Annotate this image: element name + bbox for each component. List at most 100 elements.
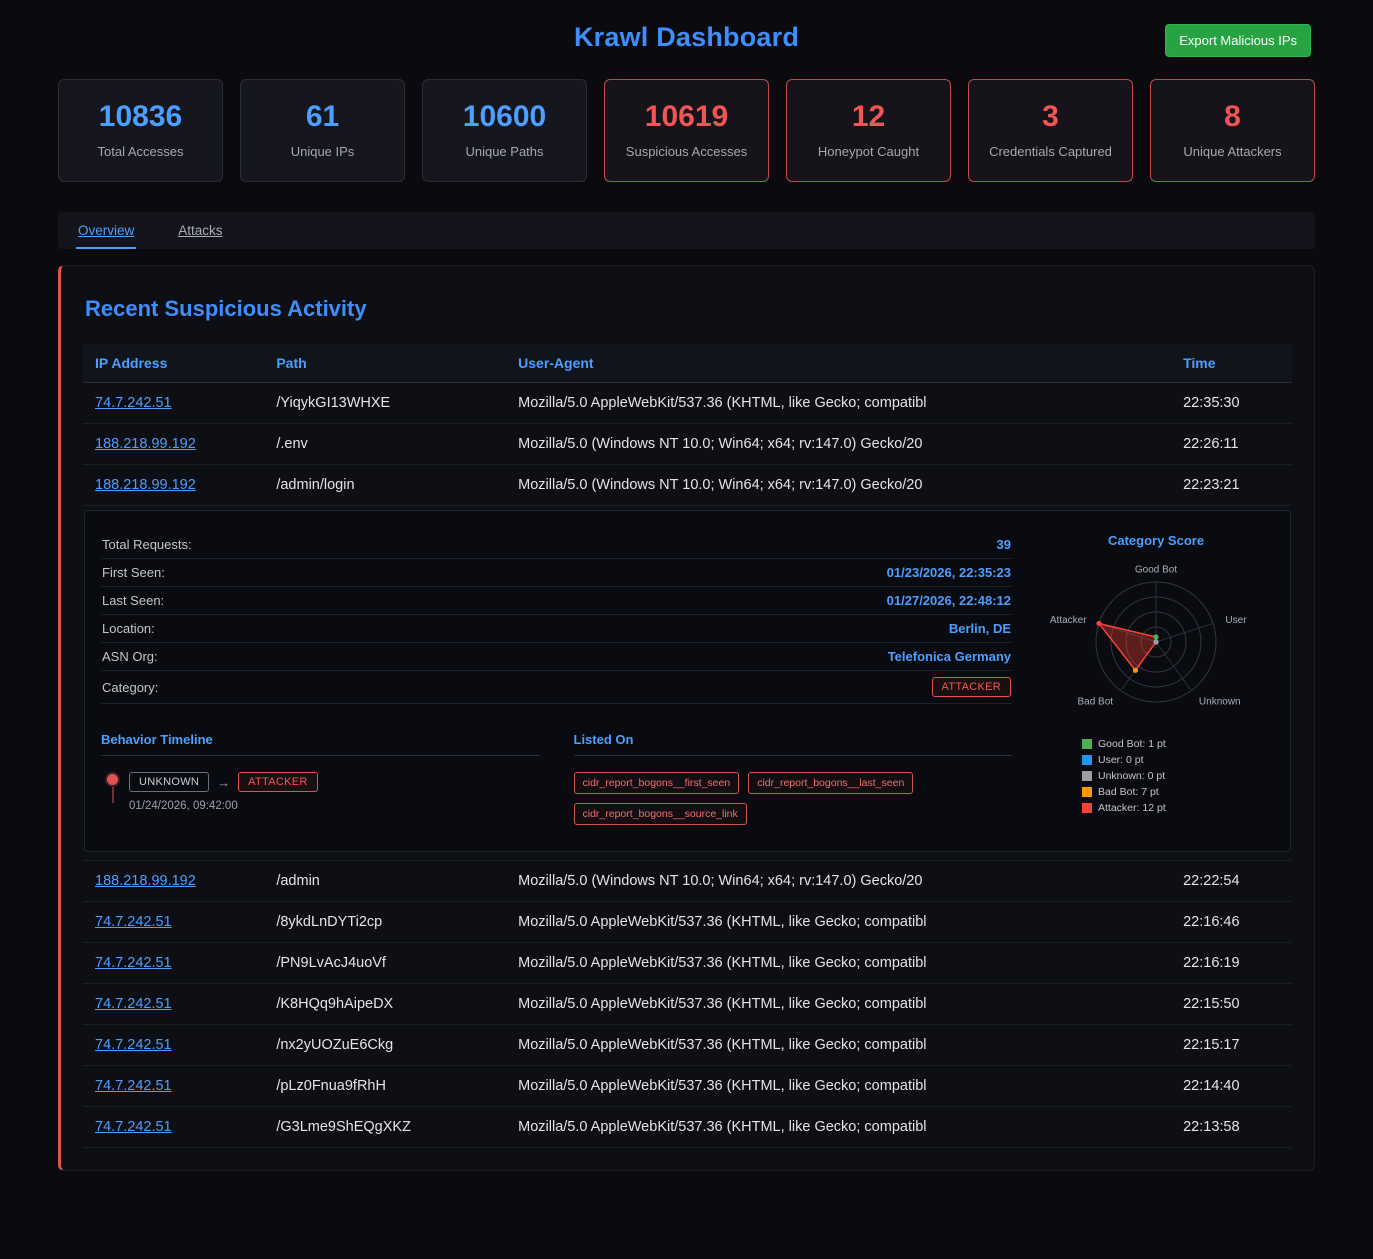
detail-field-label: ASN Org: <box>102 649 158 664</box>
ip-address-link[interactable]: 188.218.99.192 <box>95 873 196 889</box>
ip-address-link[interactable]: 74.7.242.51 <box>95 914 172 930</box>
time-cell: 22:14:40 <box>1171 1066 1292 1107</box>
legend-item: Bad Bot: 7 pt <box>1082 786 1274 798</box>
detail-field-label: First Seen: <box>102 565 165 580</box>
ip-address-link[interactable]: 74.7.242.51 <box>95 955 172 971</box>
detail-field-row: First Seen: 01/23/2026, 22:35:23 <box>101 559 1012 587</box>
time-cell: 22:23:21 <box>1171 465 1292 506</box>
ip-address-link[interactable]: 188.218.99.192 <box>95 477 196 493</box>
stat-label: Unique Paths <box>431 144 578 159</box>
user-agent-cell: Mozilla/5.0 AppleWebKit/537.36 (KHTML, l… <box>506 383 1171 424</box>
blocklist-badge[interactable]: cidr_report_bogons__source_link <box>574 803 747 825</box>
path-cell: /pLz0Fnua9fRhH <box>264 1066 506 1107</box>
ip-address-link[interactable]: 74.7.242.51 <box>95 1078 172 1094</box>
listed-on-section: Listed On cidr_report_bogons__first_seen… <box>574 732 1013 825</box>
user-agent-cell: Mozilla/5.0 AppleWebKit/537.36 (KHTML, l… <box>506 984 1171 1025</box>
time-cell: 22:15:17 <box>1171 1025 1292 1066</box>
table-row[interactable]: 188.218.99.192 /admin/login Mozilla/5.0 … <box>83 465 1292 506</box>
behavior-timeline-title: Behavior Timeline <box>101 732 540 756</box>
ip-address-link[interactable]: 74.7.242.51 <box>95 1119 172 1135</box>
detail-field-label: Location: <box>102 621 155 636</box>
ip-address-link[interactable]: 74.7.242.51 <box>95 395 172 411</box>
category-score-radar-chart: Good BotUserUnknownBad BotAttacker <box>1038 554 1274 726</box>
time-cell: 22:26:11 <box>1171 424 1292 465</box>
detail-field-label: Total Requests: <box>102 537 192 552</box>
detail-field-value: 01/23/2026, 22:35:23 <box>887 565 1011 580</box>
table-row[interactable]: 74.7.242.51 /nx2yUOZuE6Ckg Mozilla/5.0 A… <box>83 1025 1292 1066</box>
category-to-badge: ATTACKER <box>238 772 317 792</box>
table-row[interactable]: 74.7.242.51 /YiqykGI13WHXE Mozilla/5.0 A… <box>83 383 1292 424</box>
stat-value: 3 <box>977 100 1124 134</box>
path-cell: /admin/login <box>264 465 506 506</box>
stat-card: 10600 Unique Paths <box>422 79 587 182</box>
table-row[interactable]: 74.7.242.51 /pLz0Fnua9fRhH Mozilla/5.0 A… <box>83 1066 1292 1107</box>
radar-legend: Good Bot: 1 ptUser: 0 ptUnknown: 0 ptBad… <box>1082 738 1274 814</box>
time-cell: 22:35:30 <box>1171 383 1292 424</box>
behavior-timeline-section: Behavior Timeline UNKNOWN → <box>101 732 540 825</box>
path-cell: /YiqykGI13WHXE <box>264 383 506 424</box>
user-agent-cell: Mozilla/5.0 AppleWebKit/537.36 (KHTML, l… <box>506 943 1171 984</box>
path-cell: /PN9LvAcJ4uoVf <box>264 943 506 984</box>
stat-card: 3 Credentials Captured <box>968 79 1133 182</box>
time-cell: 22:22:54 <box>1171 861 1292 902</box>
path-cell: /G3Lme9ShEQgXKZ <box>264 1107 506 1148</box>
category-score-section: Category Score Good BotUserUnknownBad Bo… <box>1038 527 1274 825</box>
detail-field-label: Category: <box>102 680 158 695</box>
legend-label: Good Bot: 1 pt <box>1098 738 1166 750</box>
table-row[interactable]: 74.7.242.51 /K8HQq9hAipeDX Mozilla/5.0 A… <box>83 984 1292 1025</box>
column-header-user-agent: User-Agent <box>506 344 1171 383</box>
path-cell: /8ykdLnDYTi2cp <box>264 902 506 943</box>
svg-text:Attacker: Attacker <box>1050 615 1087 626</box>
panel-title: Recent Suspicious Activity <box>85 296 1292 322</box>
blocklist-badge[interactable]: cidr_report_bogons__last_seen <box>748 772 913 794</box>
arrow-icon: → <box>217 775 230 790</box>
stat-value: 61 <box>249 100 396 134</box>
export-malicious-ips-button[interactable]: Export Malicious IPs <box>1165 24 1311 57</box>
stat-value: 10600 <box>431 100 578 134</box>
ip-address-link[interactable]: 74.7.242.51 <box>95 1037 172 1053</box>
legend-item: User: 0 pt <box>1082 754 1274 766</box>
column-header-time: Time <box>1171 344 1292 383</box>
user-agent-cell: Mozilla/5.0 (Windows NT 10.0; Win64; x64… <box>506 465 1171 506</box>
tab-bar: Overview Attacks <box>58 212 1315 249</box>
tab-attacks[interactable]: Attacks <box>176 212 224 249</box>
stat-card: 8 Unique Attackers <box>1150 79 1315 182</box>
tab-overview[interactable]: Overview <box>76 212 136 249</box>
table-row[interactable]: 188.218.99.192 /admin Mozilla/5.0 (Windo… <box>83 861 1292 902</box>
ip-address-link[interactable]: 74.7.242.51 <box>95 996 172 1012</box>
path-cell: /.env <box>264 424 506 465</box>
table-row[interactable]: 74.7.242.51 /8ykdLnDYTi2cp Mozilla/5.0 A… <box>83 902 1292 943</box>
ip-address-link[interactable]: 188.218.99.192 <box>95 436 196 452</box>
user-agent-cell: Mozilla/5.0 (Windows NT 10.0; Win64; x64… <box>506 424 1171 465</box>
stat-value: 10836 <box>67 100 214 134</box>
detail-field-value: Telefonica Germany <box>888 649 1011 664</box>
category-badge: ATTACKER <box>932 677 1011 697</box>
legend-swatch <box>1082 803 1092 813</box>
user-agent-cell: Mozilla/5.0 AppleWebKit/537.36 (KHTML, l… <box>506 902 1171 943</box>
time-cell: 22:13:58 <box>1171 1107 1292 1148</box>
stat-label: Total Accesses <box>67 144 214 159</box>
blocklist-badge[interactable]: cidr_report_bogons__first_seen <box>574 772 740 794</box>
table-row[interactable]: 188.218.99.192 /.env Mozilla/5.0 (Window… <box>83 424 1292 465</box>
path-cell: /K8HQq9hAipeDX <box>264 984 506 1025</box>
path-cell: /nx2yUOZuE6Ckg <box>264 1025 506 1066</box>
table-row[interactable]: 74.7.242.51 /G3Lme9ShEQgXKZ Mozilla/5.0 … <box>83 1107 1292 1148</box>
time-cell: 22:16:46 <box>1171 902 1292 943</box>
time-cell: 22:15:50 <box>1171 984 1292 1025</box>
detail-field-row: ASN Org: Telefonica Germany <box>101 643 1012 671</box>
ip-detail-info: Total Requests:39First Seen:01/23/2026, … <box>101 527 1012 825</box>
timeline-timestamp: 01/24/2026, 09:42:00 <box>129 800 318 812</box>
stat-label: Suspicious Accesses <box>613 144 760 159</box>
timeline-marker-icon <box>107 772 118 803</box>
category-from-badge: UNKNOWN <box>129 772 209 792</box>
detail-field-label: Last Seen: <box>102 593 164 608</box>
detail-field-row: Category: ATTACKER <box>101 671 1012 704</box>
suspicious-activity-table: IP AddressPathUser-AgentTime 74.7.242.51… <box>83 344 1292 1148</box>
time-cell: 22:16:19 <box>1171 943 1292 984</box>
stat-card: 10836 Total Accesses <box>58 79 223 182</box>
legend-label: Attacker: 12 pt <box>1098 802 1166 814</box>
page-title: Krawl Dashboard <box>62 22 1311 53</box>
suspicious-activity-panel: Recent Suspicious Activity IP AddressPat… <box>58 265 1315 1171</box>
detail-row: Total Requests:39First Seen:01/23/2026, … <box>83 506 1292 861</box>
table-row[interactable]: 74.7.242.51 /PN9LvAcJ4uoVf Mozilla/5.0 A… <box>83 943 1292 984</box>
